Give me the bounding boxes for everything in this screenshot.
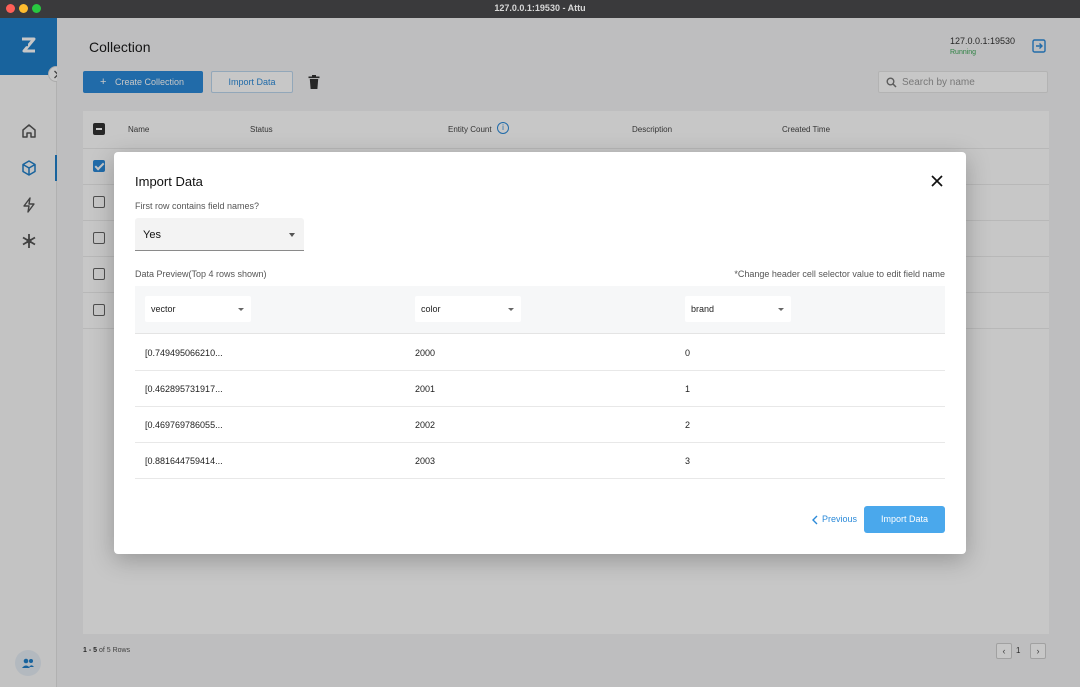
first-row-field-label: First row contains field names?	[135, 201, 260, 211]
first-row-select[interactable]: Yes	[135, 218, 304, 251]
preview-cell: 0	[685, 348, 691, 358]
header-select-color[interactable]: color	[415, 296, 521, 322]
dialog-title: Import Data	[135, 174, 203, 189]
window-titlebar: 127.0.0.1:19530 - Attu	[0, 0, 1080, 18]
preview-cell: 1	[685, 384, 691, 394]
header-edit-hint: *Change header cell selector value to ed…	[734, 269, 945, 279]
first-row-select-value: Yes	[143, 229, 161, 241]
header-select-vector[interactable]: vector	[145, 296, 251, 322]
preview-row: [0.469769786055... 2002 2	[135, 407, 945, 443]
dropdown-arrow-icon	[238, 308, 244, 311]
dropdown-arrow-icon	[778, 308, 784, 311]
preview-cell: 2001	[415, 384, 436, 394]
preview-cell: [0.749495066210...	[145, 348, 223, 358]
preview-cell: 3	[685, 456, 691, 466]
preview-row: [0.881644759414... 2003 3	[135, 443, 945, 479]
dropdown-arrow-icon	[508, 308, 514, 311]
preview-cell: [0.462895731917...	[145, 384, 223, 394]
header-select-brand[interactable]: brand	[685, 296, 791, 322]
preview-cell: [0.469769786055...	[145, 420, 223, 430]
previous-button[interactable]: Previous	[822, 514, 857, 524]
import-data-dialog: Import Data First row contains field nam…	[114, 152, 966, 554]
preview-row: [0.749495066210... 2000 0	[135, 335, 945, 371]
preview-cell: 2002	[415, 420, 436, 430]
chevron-left-icon	[812, 515, 818, 525]
preview-cell: 2003	[415, 456, 436, 466]
preview-cell: [0.881644759414...	[145, 456, 223, 466]
preview-header-row: vector color brand	[135, 286, 945, 334]
preview-row: [0.462895731917... 2001 1	[135, 371, 945, 407]
header-select-value: brand	[691, 304, 715, 314]
dropdown-arrow-icon	[289, 233, 295, 237]
window-title: 127.0.0.1:19530 - Attu	[494, 3, 586, 13]
preview-cell: 2000	[415, 348, 436, 358]
import-data-submit-button[interactable]: Import Data	[864, 506, 945, 533]
close-icon[interactable]	[930, 174, 944, 188]
header-select-value: vector	[151, 304, 176, 314]
preview-cell: 2	[685, 420, 691, 430]
data-preview-label: Data Preview(Top 4 rows shown)	[135, 269, 267, 279]
header-select-value: color	[421, 304, 441, 314]
